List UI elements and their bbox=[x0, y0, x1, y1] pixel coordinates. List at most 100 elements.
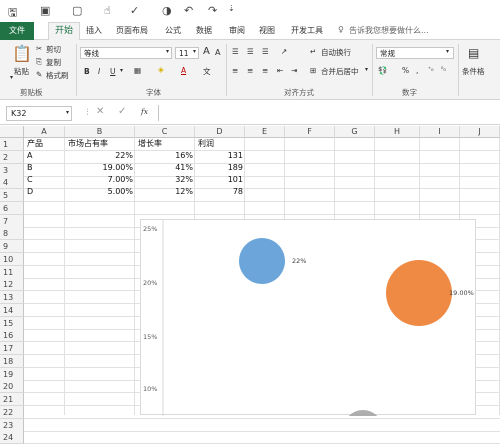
format-painter-button[interactable]: 格式刷 bbox=[46, 70, 69, 81]
wrap-text-button[interactable]: 自动换行 bbox=[321, 47, 351, 58]
tab-page-layout[interactable]: 页面布局 bbox=[116, 25, 148, 36]
row-header[interactable]: 20 bbox=[0, 380, 24, 393]
tell-me-input[interactable]: 告诉我您想要做什么... bbox=[349, 25, 429, 36]
row-header[interactable]: 22 bbox=[0, 406, 24, 419]
paste-icon[interactable]: 📋 bbox=[12, 44, 32, 63]
row-header[interactable]: 5 bbox=[0, 189, 24, 202]
currency-icon[interactable]: 💱 bbox=[378, 66, 387, 75]
chevron-down-icon[interactable]: ▾ bbox=[66, 109, 69, 116]
cut-icon[interactable]: ✂ bbox=[36, 44, 42, 53]
formula-input[interactable] bbox=[158, 105, 500, 121]
cell-b1[interactable]: 市场占有率 bbox=[68, 138, 108, 150]
column-header[interactable]: A bbox=[24, 126, 65, 138]
align-right-icon[interactable]: ≡ bbox=[262, 66, 268, 75]
cell-b3[interactable]: 19.00% bbox=[65, 162, 133, 174]
column-header[interactable]: E bbox=[245, 126, 285, 138]
comma-icon[interactable]: , bbox=[416, 66, 418, 75]
grow-font-icon[interactable]: A bbox=[203, 46, 210, 57]
phonetic-icon[interactable]: 文 bbox=[203, 66, 211, 77]
column-header[interactable]: F bbox=[285, 126, 335, 138]
tab-review[interactable]: 审阅 bbox=[229, 25, 245, 36]
tab-file[interactable]: 文件 bbox=[0, 22, 34, 40]
cancel-icon[interactable]: ✕ bbox=[96, 106, 104, 117]
percent-button[interactable]: % bbox=[402, 66, 409, 75]
cell-d3[interactable]: 189 bbox=[195, 162, 243, 174]
cell-c2[interactable]: 16% bbox=[135, 150, 193, 162]
cell-a1[interactable]: 产品 bbox=[27, 138, 43, 150]
print-icon[interactable]: ▣ bbox=[40, 4, 50, 17]
increase-indent-icon[interactable]: ⇥ bbox=[291, 66, 297, 75]
row-header[interactable]: 24 bbox=[0, 431, 24, 444]
tab-view[interactable]: 视图 bbox=[259, 25, 275, 36]
insert-function-button[interactable]: fx bbox=[141, 107, 148, 116]
tab-insert[interactable]: 插入 bbox=[86, 25, 102, 36]
chevron-down-icon[interactable]: ▾ bbox=[365, 66, 368, 73]
number-format-select[interactable]: 常规 bbox=[376, 47, 454, 59]
underline-dropdown-icon[interactable]: ▾ bbox=[120, 67, 123, 74]
cell-a3[interactable]: B bbox=[27, 162, 33, 174]
row-header[interactable]: 16 bbox=[0, 329, 24, 342]
cell-d1[interactable]: 利润 bbox=[198, 138, 214, 150]
cell-b4[interactable]: 7.00% bbox=[65, 174, 133, 186]
undo-icon[interactable]: ↶ bbox=[184, 4, 193, 17]
format-painter-icon[interactable]: ✎ bbox=[36, 70, 42, 79]
row-header[interactable]: 4 bbox=[0, 176, 24, 189]
merge-center-button[interactable]: 合并后居中 bbox=[321, 66, 359, 77]
spellcheck-icon[interactable]: ✓ bbox=[130, 4, 139, 17]
font-color-icon[interactable]: A bbox=[181, 66, 186, 75]
cell-d5[interactable]: 78 bbox=[195, 186, 243, 198]
cell-b5[interactable]: 5.00% bbox=[65, 186, 133, 198]
name-box[interactable]: K32 bbox=[6, 106, 72, 121]
shrink-font-icon[interactable]: A bbox=[215, 48, 220, 57]
copy-button[interactable]: 复制 bbox=[46, 57, 61, 68]
bubble-chart[interactable]: 25% 20% 15% 10% 22% 19.00% bbox=[140, 219, 476, 444]
italic-button[interactable]: I bbox=[98, 67, 100, 76]
customize-icon[interactable]: ⇣ bbox=[228, 4, 235, 13]
save-icon[interactable]: 🖫 bbox=[8, 4, 17, 23]
cell-c1[interactable]: 增长率 bbox=[138, 138, 162, 150]
row-header[interactable]: 2 bbox=[0, 151, 24, 164]
cell-a4[interactable]: C bbox=[27, 174, 33, 186]
column-header[interactable]: I bbox=[420, 126, 460, 138]
align-center-icon[interactable]: ≡ bbox=[247, 66, 253, 75]
bubble-mark[interactable] bbox=[386, 260, 452, 326]
cell-d2[interactable]: 131 bbox=[195, 150, 243, 162]
column-header[interactable]: H bbox=[375, 126, 420, 138]
conditional-format-icon[interactable]: ▤ bbox=[468, 46, 479, 60]
decrease-indent-icon[interactable]: ⇤ bbox=[277, 66, 283, 75]
bold-button[interactable]: B bbox=[84, 67, 90, 76]
touch-mode-icon[interactable]: ☝ bbox=[104, 4, 111, 17]
row-header[interactable]: 13 bbox=[0, 291, 24, 304]
row-header[interactable]: 10 bbox=[0, 253, 24, 266]
row-header[interactable]: 12 bbox=[0, 278, 24, 291]
underline-button[interactable]: U bbox=[110, 67, 116, 76]
decrease-decimal-icon[interactable]: ⁰₀ bbox=[441, 66, 446, 73]
cell-a5[interactable]: D bbox=[27, 186, 33, 198]
row-header[interactable]: 17 bbox=[0, 342, 24, 355]
redo-icon[interactable]: ↷ bbox=[208, 4, 217, 17]
paste-dropdown-icon[interactable]: ▾ bbox=[10, 74, 13, 81]
bubble-mark[interactable] bbox=[239, 238, 285, 284]
align-middle-icon[interactable]: ☰ bbox=[247, 47, 254, 56]
column-header[interactable]: G bbox=[335, 126, 375, 138]
new-icon[interactable]: ▢ bbox=[72, 4, 82, 17]
shape-icon[interactable]: ◑ bbox=[162, 4, 172, 17]
align-bottom-icon[interactable]: ☰ bbox=[262, 47, 269, 56]
row-header[interactable]: 9 bbox=[0, 240, 24, 253]
cell-d4[interactable]: 101 bbox=[195, 174, 243, 186]
copy-icon[interactable]: ⎘ bbox=[36, 57, 42, 67]
row-header[interactable]: 1 bbox=[0, 138, 24, 151]
bubble-mark[interactable] bbox=[343, 410, 383, 444]
align-top-icon[interactable]: ☰ bbox=[232, 47, 239, 56]
tab-data[interactable]: 数据 bbox=[196, 25, 212, 36]
conditional-format-button[interactable]: 条件格 bbox=[462, 66, 485, 77]
row-header[interactable]: 18 bbox=[0, 355, 24, 368]
select-all-corner[interactable] bbox=[0, 126, 24, 138]
column-header[interactable]: B bbox=[65, 126, 135, 138]
row-header[interactable]: 8 bbox=[0, 227, 24, 240]
cell-c3[interactable]: 41% bbox=[135, 162, 193, 174]
cell-c5[interactable]: 12% bbox=[135, 186, 193, 198]
paste-button[interactable]: 粘贴 bbox=[14, 66, 29, 77]
cell-a2[interactable]: A bbox=[27, 150, 32, 162]
row-header[interactable]: 14 bbox=[0, 304, 24, 317]
